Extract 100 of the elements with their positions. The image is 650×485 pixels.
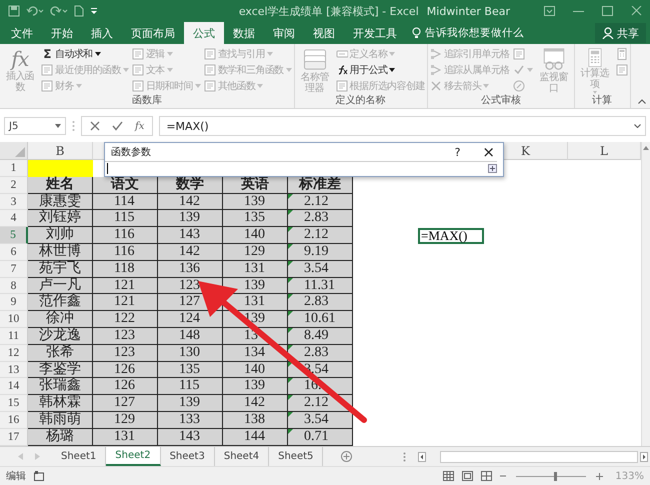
document-icon	[132, 64, 144, 76]
ribbon-button[interactable]: Σ 自动求和	[41, 46, 129, 62]
table-header-cell: 姓名	[28, 176, 93, 194]
input-field[interactable]	[105, 161, 497, 174]
redo-icon[interactable]	[50, 5, 68, 17]
document-icon	[41, 80, 53, 92]
row-header[interactable]: 15	[0, 395, 28, 412]
vertical-scrollbar[interactable]	[641, 142, 650, 446]
add-sheet-icon[interactable]	[341, 451, 352, 462]
table-header-cell: 标准差	[288, 176, 353, 194]
scroll-up-icon	[643, 146, 649, 150]
row-header[interactable]: 2	[0, 176, 28, 194]
row-header[interactable]: 6	[0, 244, 28, 261]
ribbon-display-icon[interactable]	[544, 6, 555, 16]
scroll-right-icon	[640, 452, 648, 462]
page-layout-icon[interactable]	[462, 471, 474, 481]
ribbon-tab[interactable]: 文件	[2, 22, 42, 44]
ribbon-tab[interactable]: 视图	[304, 22, 344, 44]
maximize-icon[interactable]	[602, 6, 613, 16]
save-icon[interactable]	[8, 5, 20, 17]
column-header[interactable]: L	[568, 142, 641, 160]
table-cell: 126	[93, 378, 158, 396]
table-header-cell: 数学	[158, 176, 223, 194]
table-cell: 138	[223, 412, 288, 429]
table-cell: 0.71	[288, 428, 353, 446]
row-header[interactable]: 7	[0, 260, 28, 278]
ribbon-tab[interactable]: 审阅	[264, 22, 304, 44]
ribbon-button[interactable]: 用于公式	[336, 62, 425, 78]
zoom-out-icon[interactable]	[500, 473, 506, 479]
ribbon-tab[interactable]: 公式	[184, 22, 224, 44]
ribbon-tab[interactable]: 插入	[82, 22, 122, 44]
row-header[interactable]: 9	[0, 294, 28, 312]
row-header[interactable]: 16	[0, 412, 28, 429]
splitter-icon	[403, 452, 406, 462]
insert-function-button[interactable]: fx	[135, 120, 144, 132]
document-icon	[336, 80, 348, 92]
table-cell: 2.83	[288, 294, 353, 312]
table-cell: 116	[93, 227, 158, 244]
row-header[interactable]: 8	[0, 278, 28, 294]
row-header[interactable]: 4	[0, 210, 28, 228]
row-header[interactable]: 17	[0, 428, 28, 446]
close-button[interactable]: ×	[482, 144, 495, 160]
table-cell: 139	[223, 378, 288, 396]
table-cell: 121	[93, 278, 158, 294]
row-header[interactable]: 5	[0, 227, 28, 244]
table-cell: 李鉴学	[28, 362, 93, 378]
ribbon-tab[interactable]: 开发工具	[344, 22, 406, 44]
ribbon-tab[interactable]: 数据	[224, 22, 264, 44]
macro-record-icon[interactable]	[34, 471, 44, 481]
table-cell: 张瑞鑫	[28, 378, 93, 396]
group-label: 计算	[591, 94, 614, 108]
tell-me-search[interactable]: 告诉我你想要做什么	[412, 22, 524, 44]
calculator-icon	[616, 48, 628, 60]
close-icon[interactable]	[631, 6, 642, 16]
column-header[interactable]: B	[28, 142, 93, 160]
ribbon-tab[interactable]: 开始	[42, 22, 82, 44]
document-icon	[512, 48, 525, 60]
collapse-dialog-icon[interactable]	[488, 164, 497, 172]
table-cell: 徐冲	[28, 311, 93, 328]
undo-icon[interactable]	[26, 5, 44, 17]
row-header[interactable]: 13	[0, 362, 28, 378]
ribbon-tab[interactable]: 页面布局	[122, 22, 184, 44]
table-cell: 143	[158, 428, 223, 446]
group-label: 函数库	[130, 94, 163, 108]
table-cell: 142	[223, 395, 288, 412]
table-cell: 143	[158, 227, 223, 244]
document-icon	[132, 80, 144, 92]
table-cell: 131	[223, 260, 288, 278]
name-box[interactable]: J5	[4, 117, 66, 135]
table-cell: 韩林霖	[28, 395, 93, 412]
sheet-tab[interactable]: Sheet2	[106, 447, 161, 466]
table-cell: 3.54	[288, 412, 353, 429]
zoom-in-icon[interactable]	[596, 472, 604, 480]
table-cell: 144	[223, 428, 288, 446]
enter-icon[interactable]	[112, 121, 123, 131]
row-header[interactable]: 12	[0, 344, 28, 362]
active-cell[interactable]: =MAX()	[418, 228, 484, 244]
formula-field[interactable]: =MAX()	[159, 116, 646, 136]
collapse-icon[interactable]	[638, 99, 646, 104]
customize-icon[interactable]	[90, 6, 98, 16]
page-break-icon[interactable]	[481, 471, 492, 481]
row-header[interactable]: 3	[0, 194, 28, 210]
table-cell: 10.61	[288, 311, 353, 328]
row-header[interactable]: 10	[0, 311, 28, 328]
group-label: 公式审核	[480, 94, 522, 108]
table-cell: 126	[93, 362, 158, 378]
horizontal-scrollbar[interactable]	[418, 450, 648, 462]
help-button[interactable]: ?	[454, 146, 460, 158]
table-cell: 124	[158, 311, 223, 328]
document-icon[interactable]	[74, 5, 84, 17]
cancel-icon[interactable]	[90, 121, 100, 131]
share-button[interactable]: 共享	[595, 23, 646, 43]
normal-view-icon[interactable]	[443, 471, 454, 481]
row-header[interactable]: 1	[0, 160, 28, 177]
table-cell: 9.19	[288, 244, 353, 261]
table-cell: 127	[93, 395, 158, 412]
group-label: 定义的名称	[334, 94, 387, 108]
row-header[interactable]: 14	[0, 378, 28, 396]
row-header[interactable]: 11	[0, 328, 28, 345]
dialog-title: 函数参数	[111, 146, 151, 159]
